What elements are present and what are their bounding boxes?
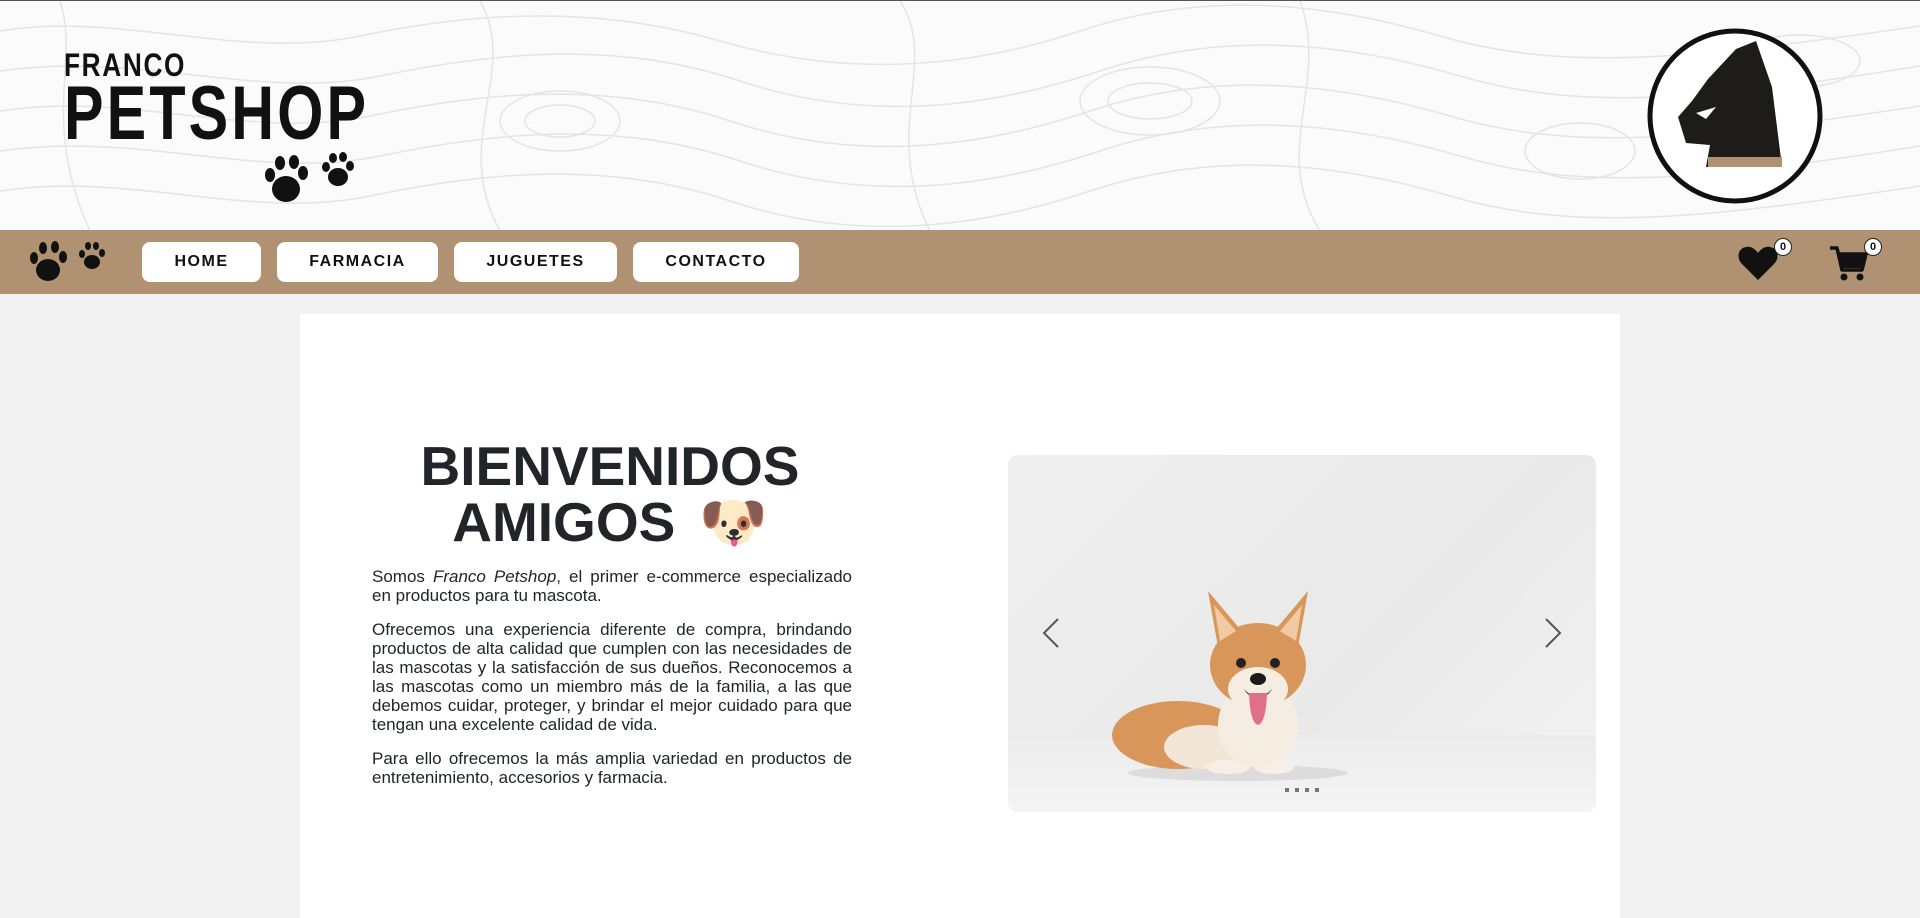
favorites-count-badge: 0 <box>1774 238 1792 256</box>
main-navbar: HOME FARMACIA JUGUETES CONTACTO 0 0 <box>0 230 1920 294</box>
intro-brand-name: Franco Petshop <box>432 567 557 586</box>
nav-home-button[interactable]: HOME <box>142 242 261 282</box>
cart-link[interactable]: 0 <box>1828 238 1882 289</box>
intro-paragraph-3: Para ello ofrecemos la más amplia varied… <box>372 749 852 787</box>
cart-count-badge: 0 <box>1864 238 1882 256</box>
site-header: FRANCO PETSHOP <box>0 0 1920 230</box>
carousel-indicator[interactable] <box>1295 788 1299 792</box>
carousel-indicator[interactable] <box>1285 788 1289 792</box>
carousel-indicator[interactable] <box>1315 788 1319 792</box>
site-logo[interactable]: FRANCO PETSHOP <box>64 49 455 156</box>
title-line-2: AMIGOS <box>452 491 676 553</box>
page-title: BIENVENIDOS AMIGOS 🐶 <box>400 438 820 550</box>
logo-text-big: PETSHOP <box>64 71 370 156</box>
intro-paragraph-1: Somos Franco Petshop, el primer e-commer… <box>372 567 852 605</box>
chevron-right-icon[interactable] <box>1532 613 1572 653</box>
image-carousel[interactable] <box>1008 455 1596 812</box>
chevron-left-icon[interactable] <box>1032 613 1072 653</box>
nav-farmacia-button[interactable]: FARMACIA <box>277 242 438 282</box>
nav-contacto-button[interactable]: CONTACTO <box>633 242 799 282</box>
title-line-1: BIENVENIDOS <box>420 435 800 497</box>
intro-paragraph-2: Ofrecemos una experiencia diferente de c… <box>372 620 852 734</box>
intro-p1-start: Somos <box>372 567 433 586</box>
dog-head-logo-icon[interactable] <box>1646 27 1824 205</box>
paw-prints-icon <box>265 152 354 202</box>
carousel-indicator[interactable] <box>1305 788 1309 792</box>
nav-juguetes-button[interactable]: JUGUETES <box>454 242 617 282</box>
paw-prints-icon <box>30 241 105 281</box>
favorites-link[interactable]: 0 <box>1736 238 1792 289</box>
welcome-section: BIENVENIDOS AMIGOS 🐶 Somos Franco Petsho… <box>300 314 1620 918</box>
intro-text: Somos Franco Petshop, el primer e-commer… <box>372 567 852 802</box>
dog-face-emoji: 🐶 <box>699 491 768 553</box>
corgi-dog-image <box>1112 591 1348 781</box>
carousel-indicators <box>1008 788 1596 792</box>
